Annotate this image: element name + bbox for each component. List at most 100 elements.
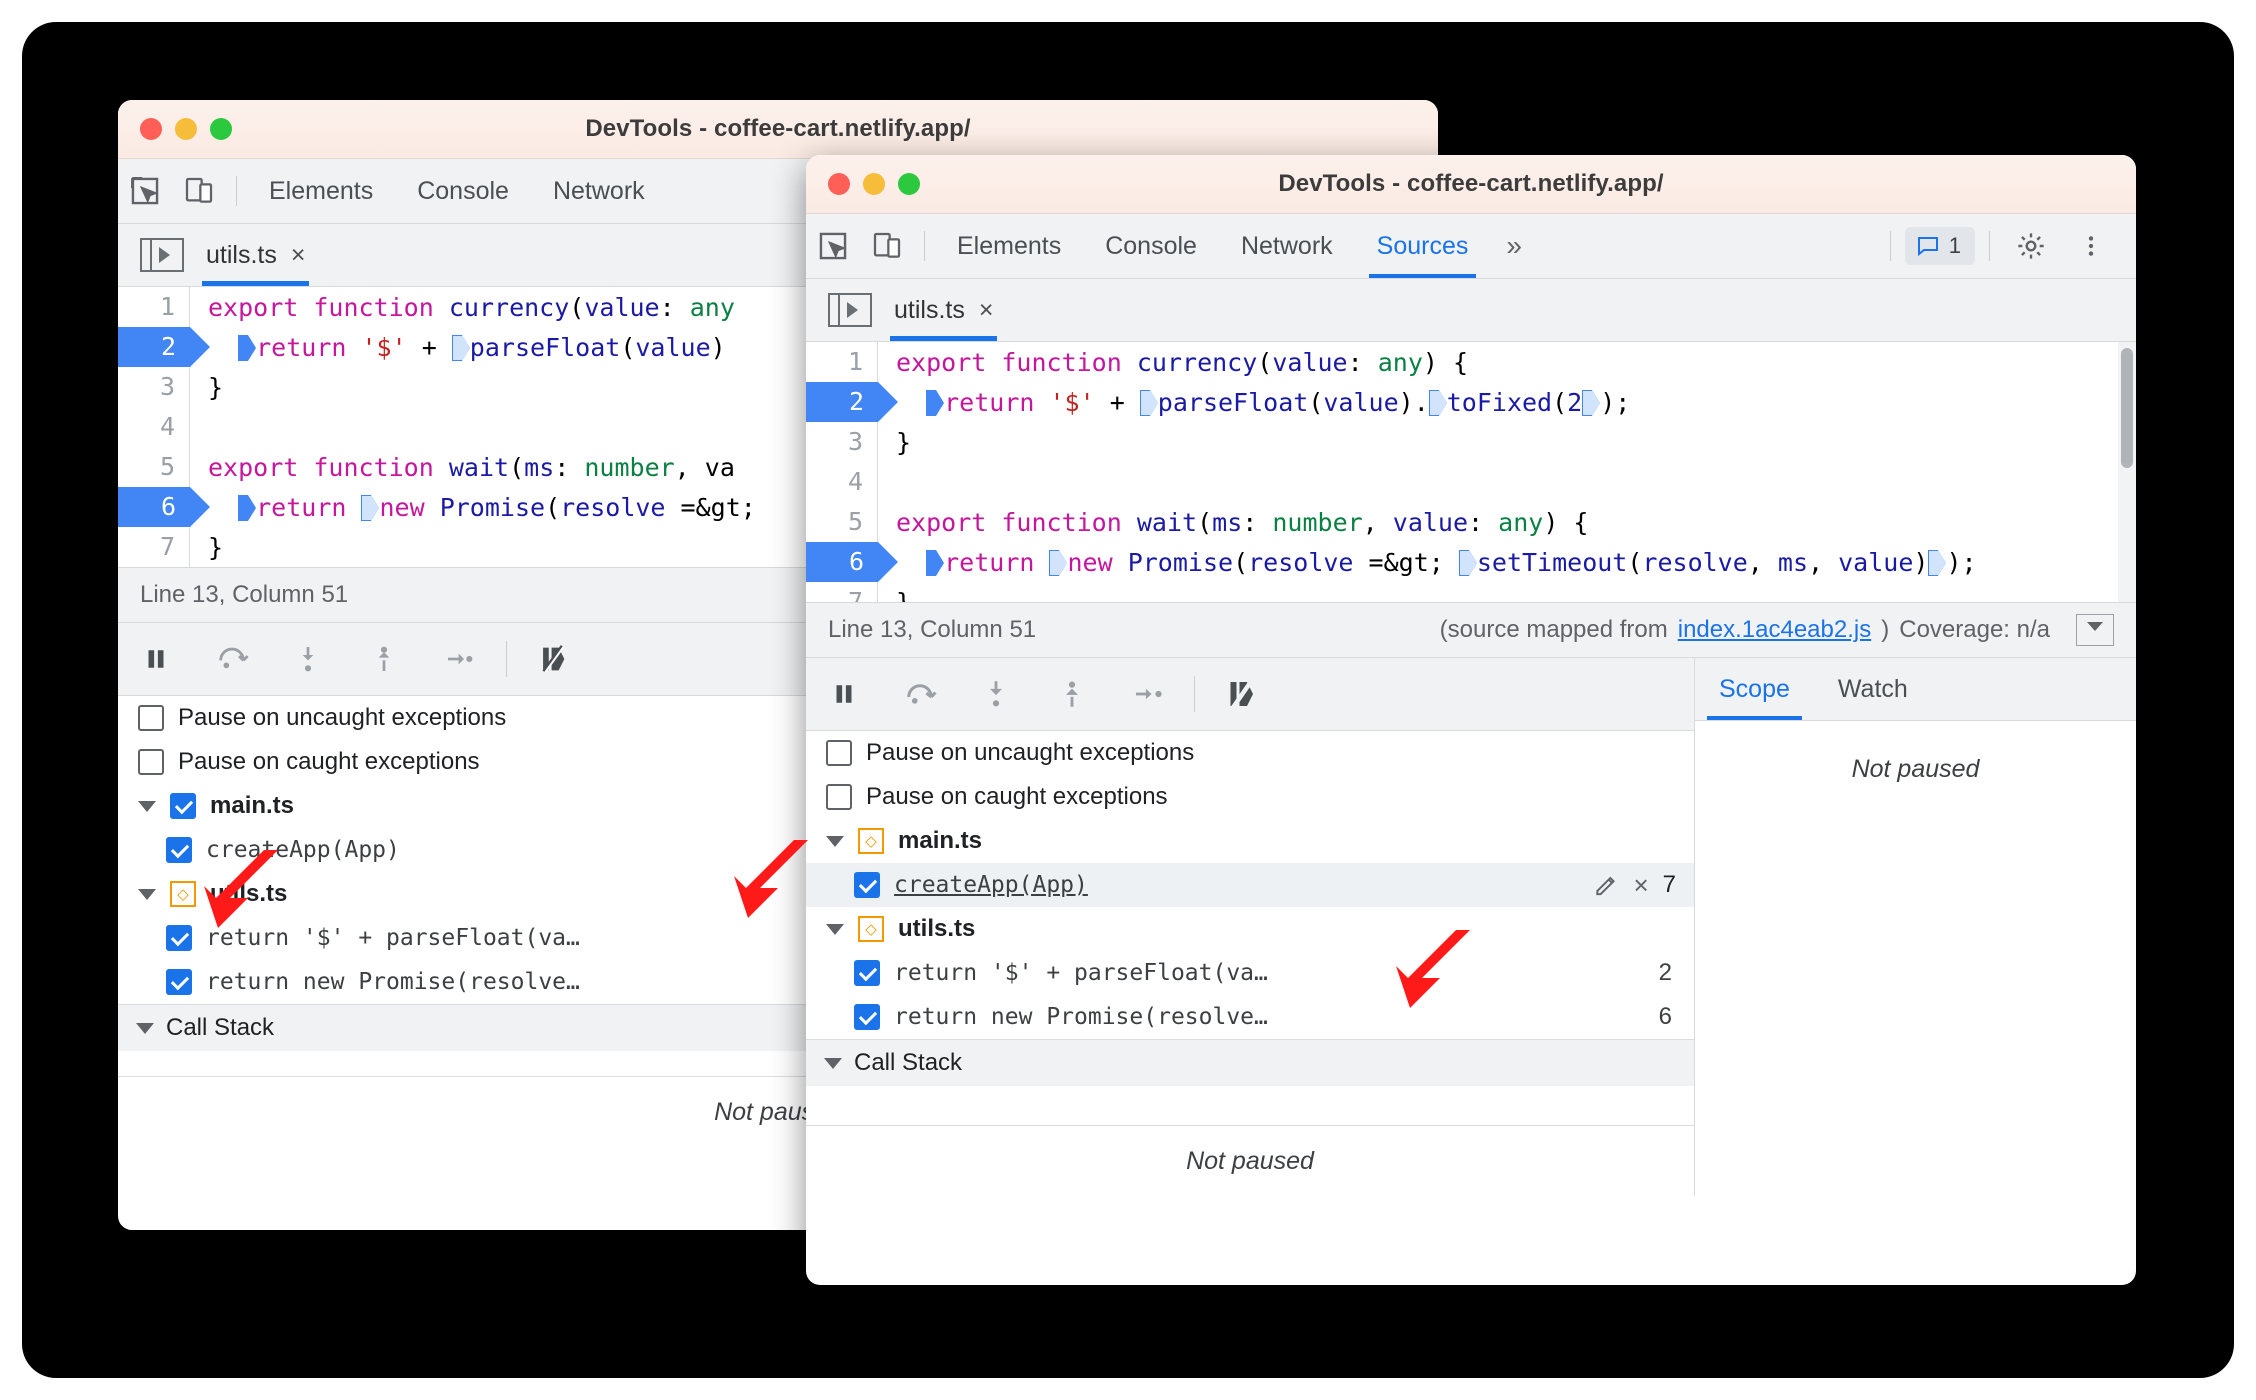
inspect-element-icon[interactable] [118,164,172,218]
source-file-tab-utils[interactable]: utils.ts × [202,224,311,286]
front-debugger-toolbar[interactable] [806,658,1694,731]
front-code-editor[interactable]: 1 export function currency(value: any) {2… [806,342,2136,602]
tab-console[interactable]: Console [395,159,531,223]
inline-breakpoint-icon[interactable] [238,494,257,521]
maximize-window-button[interactable] [898,173,920,195]
minimize-window-button[interactable] [863,173,885,195]
tab-network[interactable]: Network [1219,214,1355,278]
code-line[interactable]: 4 [806,462,2136,502]
expand-caret-icon[interactable] [138,800,156,812]
call-stack-section[interactable]: Call Stack [806,1039,1694,1086]
inline-breakpoint-icon[interactable] [1049,549,1068,576]
line-number[interactable]: 6 [806,542,898,582]
breakpoint-item-checkbox[interactable] [166,969,192,995]
pause-on-caught-exceptions-row[interactable]: Pause on caught exceptions [806,775,1694,819]
code-line[interactable]: 6 return new Promise(resolve =&gt; setTi… [806,542,2136,582]
inline-breakpoint-icon[interactable] [1582,389,1601,416]
step-into-button[interactable] [958,658,1034,730]
step-into-button[interactable] [270,623,346,695]
pause-on-uncaught-exceptions-checkbox[interactable] [138,705,164,731]
front-panel-tabs[interactable]: Elements Console Network Sources [935,214,1490,278]
scope-watch-tabs[interactable]: Scope Watch [1695,658,2136,721]
devtools-window-front[interactable]: DevTools - coffee-cart.netlify.app/ Elem… [806,155,2136,1285]
line-number[interactable]: 5 [806,502,878,542]
close-icon[interactable]: × [291,241,306,270]
code-line[interactable]: 7} [806,582,2136,602]
close-icon[interactable]: × [979,296,994,325]
breakpoint-item[interactable]: return new Promise(resolve… 6 [806,995,1694,1039]
gear-icon[interactable] [2004,219,2058,273]
code-line[interactable]: 3} [806,422,2136,462]
pause-on-uncaught-exceptions-checkbox[interactable] [826,740,852,766]
line-number[interactable]: 4 [118,407,190,447]
front-traffic-lights[interactable] [828,173,920,195]
expand-caret-icon[interactable] [824,1057,842,1069]
navigator-toggle-icon[interactable] [140,238,184,272]
pause-button[interactable] [806,658,882,730]
line-number[interactable]: 3 [118,367,190,407]
line-number[interactable]: 1 [806,342,878,382]
inline-breakpoint-icon[interactable] [361,494,380,521]
pause-on-uncaught-exceptions-row[interactable]: Pause on uncaught exceptions [806,731,1694,775]
front-breakpoints-pane[interactable]: Pause on uncaught exceptions Pause on cau… [806,731,1694,1125]
breakpoint-group-checkbox[interactable] [170,793,196,819]
breakpoint-item-checkbox[interactable] [166,925,192,951]
code-line[interactable]: 1 export function currency(value: any) { [806,342,2136,382]
step-out-button[interactable] [346,623,422,695]
inline-breakpoint-icon[interactable] [238,334,257,361]
minimize-window-button[interactable] [175,118,197,140]
step-over-button[interactable] [194,623,270,695]
source-file-tab-utils[interactable]: utils.ts × [890,279,999,341]
code-line[interactable]: 2 return '$' + parseFloat(value). toFixed… [806,382,2136,422]
deactivate-breakpoints-button[interactable] [1203,658,1279,730]
inline-breakpoint-icon[interactable] [1428,389,1447,416]
step-over-button[interactable] [882,658,958,730]
breakpoint-group-utils-ts[interactable]: ◇ utils.ts [806,907,1694,951]
line-number[interactable]: 6 [118,487,210,527]
expand-caret-icon[interactable] [826,835,844,847]
step-out-button[interactable] [1034,658,1110,730]
deactivate-breakpoints-button[interactable] [515,623,591,695]
tab-elements[interactable]: Elements [247,159,395,223]
back-traffic-lights[interactable] [140,118,232,140]
pause-on-caught-exceptions-checkbox[interactable] [138,749,164,775]
breakpoint-item-checkbox[interactable] [854,872,880,898]
tab-scope[interactable]: Scope [1695,658,1814,720]
inline-breakpoint-icon[interactable] [1928,549,1947,576]
device-toolbar-icon[interactable] [172,164,226,218]
pause-button[interactable] [118,623,194,695]
breakpoint-group-main-ts[interactable]: ◇ main.ts [806,819,1694,863]
tab-elements[interactable]: Elements [935,214,1083,278]
line-number[interactable]: 3 [806,422,878,462]
inline-breakpoint-icon[interactable] [926,549,945,576]
inline-breakpoint-icon[interactable] [1139,389,1158,416]
inline-breakpoint-icon[interactable] [1458,549,1477,576]
line-number[interactable]: 5 [118,447,190,487]
expand-caret-icon[interactable] [138,888,156,900]
expand-caret-icon[interactable] [136,1022,154,1034]
breakpoint-item-checkbox[interactable] [854,1004,880,1030]
line-number[interactable]: 2 [806,382,898,422]
line-number[interactable]: 2 [118,327,210,367]
pause-on-caught-exceptions-checkbox[interactable] [826,784,852,810]
front-editor-scrollbar[interactable] [2118,342,2136,602]
show-drawer-icon[interactable] [2076,614,2114,646]
kebab-menu-icon[interactable] [2064,219,2118,273]
inspect-element-icon[interactable] [806,219,860,273]
remove-breakpoint-icon[interactable]: × [1633,870,1648,901]
breakpoint-item-checkbox[interactable] [166,837,192,863]
back-panel-tabs[interactable]: Elements Console Network [247,159,667,223]
breakpoint-item-checkbox[interactable] [854,960,880,986]
step-button[interactable] [1110,658,1186,730]
close-window-button[interactable] [140,118,162,140]
line-number[interactable]: 1 [118,287,190,327]
inline-breakpoint-icon[interactable] [926,389,945,416]
device-toolbar-icon[interactable] [860,219,914,273]
step-button[interactable] [422,623,498,695]
tab-network[interactable]: Network [531,159,667,223]
navigator-toggle-icon[interactable] [828,293,872,327]
tab-sources[interactable]: Sources [1355,214,1491,278]
line-number[interactable]: 7 [806,582,878,602]
scrollbar-thumb[interactable] [2121,348,2133,468]
tab-watch[interactable]: Watch [1814,658,1932,720]
